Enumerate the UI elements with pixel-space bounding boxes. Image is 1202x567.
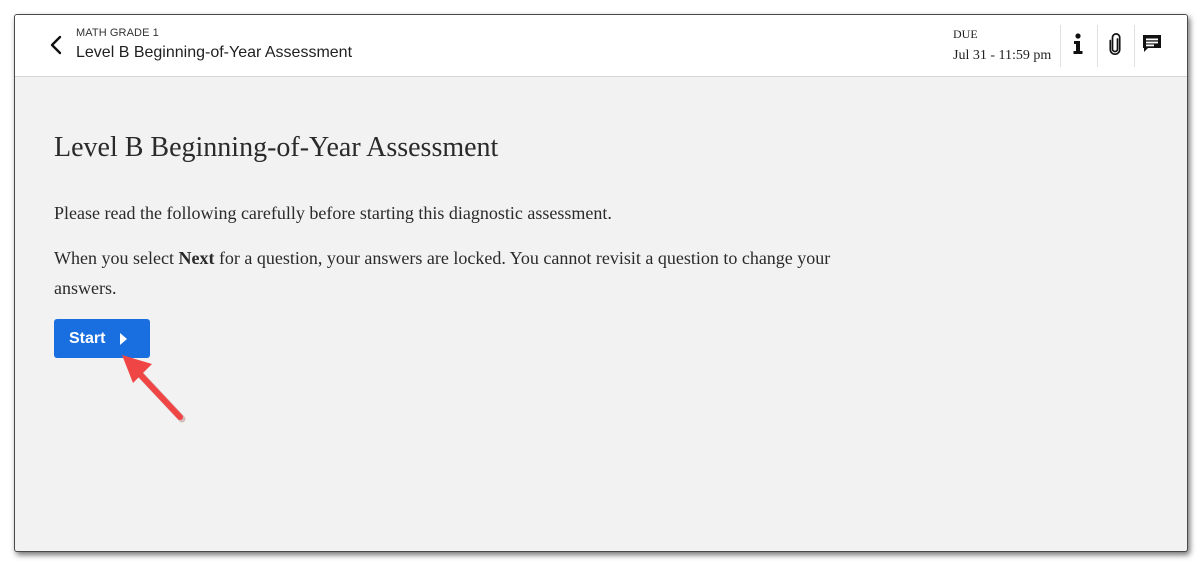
- next-keyword: Next: [178, 248, 215, 268]
- comments-button[interactable]: [1135, 29, 1169, 59]
- warning-prefix: When you select: [54, 248, 179, 268]
- due-label: DUE: [953, 27, 978, 41]
- back-button[interactable]: [45, 33, 69, 57]
- red-arrow-pointer: [122, 355, 186, 423]
- top-bar: MATH GRADE 1 Level B Beginning-of-Year A…: [15, 15, 1187, 77]
- info-icon: [1073, 33, 1083, 54]
- info-button[interactable]: [1061, 29, 1095, 59]
- due-date: Jul 31 - 11:59 pm: [953, 48, 1052, 63]
- assessment-window: MATH GRADE 1 Level B Beginning-of-Year A…: [14, 14, 1188, 552]
- start-button-label: Start: [69, 329, 106, 347]
- attachments-button[interactable]: [1098, 29, 1132, 59]
- instruction-text: Please read the following carefully befo…: [54, 203, 612, 223]
- lock-warning-text: When you select Next for a question, you…: [54, 243, 834, 303]
- course-name: MATH GRADE 1: [76, 27, 159, 39]
- page-title: Level B Beginning-of-Year Assessment: [54, 132, 499, 163]
- caret-right-icon: [120, 332, 128, 345]
- comment-icon: [1143, 35, 1161, 52]
- assignment-title: Level B Beginning-of-Year Assessment: [76, 44, 353, 61]
- chevron-left-icon: [50, 35, 62, 55]
- paperclip-icon: [1109, 33, 1121, 55]
